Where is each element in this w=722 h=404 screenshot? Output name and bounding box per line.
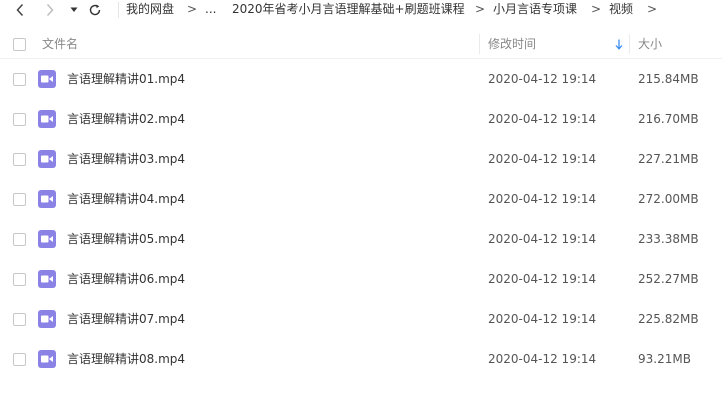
breadcrumb-separator: > [475, 2, 486, 16]
column-header-size[interactable]: 大小 [638, 36, 662, 52]
file-row[interactable]: 言语理解精讲03.mp4 2020-04-12 19:14 227.21MB [0, 139, 722, 179]
file-modified-time: 2020-04-12 19:14 [488, 232, 597, 246]
row-checkbox[interactable] [13, 313, 26, 326]
file-size: 225.82MB [638, 312, 699, 326]
file-size: 93.21MB [638, 352, 691, 366]
file-size: 252.27MB [638, 272, 699, 286]
file-modified-time: 2020-04-12 19:14 [488, 312, 597, 326]
breadcrumb-separator: > [591, 2, 602, 16]
video-file-icon [38, 310, 56, 328]
forward-button[interactable] [40, 0, 60, 20]
file-row[interactable]: 言语理解精讲01.mp4 2020-04-12 19:14 215.84MB [0, 59, 722, 99]
file-row[interactable]: 言语理解精讲07.mp4 2020-04-12 19:14 225.82MB [0, 299, 722, 339]
row-checkbox[interactable] [13, 273, 26, 286]
file-size: 215.84MB [638, 72, 699, 86]
column-divider[interactable] [629, 34, 630, 54]
row-checkbox[interactable] [13, 153, 26, 166]
file-name[interactable]: 言语理解精讲08.mp4 [67, 351, 185, 367]
file-modified-time: 2020-04-12 19:14 [488, 72, 597, 86]
file-name[interactable]: 言语理解精讲01.mp4 [67, 71, 185, 87]
file-name[interactable]: 言语理解精讲06.mp4 [67, 271, 185, 287]
video-file-icon [38, 190, 56, 208]
file-row[interactable]: 言语理解精讲05.mp4 2020-04-12 19:14 233.38MB [0, 219, 722, 259]
file-size: 216.70MB [638, 112, 699, 126]
file-name[interactable]: 言语理解精讲04.mp4 [67, 191, 185, 207]
file-row[interactable]: 言语理解精讲06.mp4 2020-04-12 19:14 252.27MB [0, 259, 722, 299]
video-file-icon [38, 70, 56, 88]
row-checkbox[interactable] [13, 193, 26, 206]
history-dropdown-button[interactable] [68, 0, 80, 20]
arrow-down-icon[interactable] [615, 39, 623, 50]
video-file-icon [38, 230, 56, 248]
breadcrumb-ellipsis[interactable]: ... [205, 2, 216, 16]
chevron-right-icon [46, 3, 54, 17]
file-name[interactable]: 言语理解精讲05.mp4 [67, 231, 185, 247]
file-modified-time: 2020-04-12 19:14 [488, 352, 597, 366]
file-modified-time: 2020-04-12 19:14 [488, 112, 597, 126]
breadcrumb-special-course[interactable]: 小月言语专项课 [493, 2, 577, 16]
refresh-icon [89, 4, 101, 16]
chevron-left-icon [16, 3, 24, 17]
video-file-icon [38, 350, 56, 368]
column-header-modified[interactable]: 修改时间 [488, 36, 536, 52]
file-list-header: 文件名 修改时间 大小 [0, 30, 722, 59]
file-name[interactable]: 言语理解精讲02.mp4 [67, 111, 185, 127]
back-button[interactable] [10, 0, 30, 20]
video-file-icon [38, 110, 56, 128]
row-checkbox[interactable] [13, 73, 26, 86]
row-checkbox[interactable] [13, 113, 26, 126]
file-size: 227.21MB [638, 152, 699, 166]
file-name[interactable]: 言语理解精讲07.mp4 [67, 311, 185, 327]
file-size: 233.38MB [638, 232, 699, 246]
video-file-icon [38, 150, 56, 168]
file-row[interactable]: 言语理解精讲02.mp4 2020-04-12 19:14 216.70MB [0, 99, 722, 139]
breadcrumb-separator: > [647, 2, 658, 16]
row-checkbox[interactable] [13, 353, 26, 366]
column-header-name[interactable]: 文件名 [42, 36, 78, 52]
file-name[interactable]: 言语理解精讲03.mp4 [67, 151, 185, 167]
file-modified-time: 2020-04-12 19:14 [488, 192, 597, 206]
file-modified-time: 2020-04-12 19:14 [488, 152, 597, 166]
file-row[interactable]: 言语理解精讲04.mp4 2020-04-12 19:14 272.00MB [0, 179, 722, 219]
breadcrumb-my-drive[interactable]: 我的网盘 [126, 2, 174, 16]
column-divider[interactable] [479, 34, 480, 54]
toolbar-divider [118, 2, 119, 18]
navigation-toolbar: 我的网盘 > ... 2020年省考小月言语理解基础+刷题班课程 > 小月言语专… [0, 0, 722, 20]
select-all-checkbox[interactable] [13, 38, 26, 51]
row-checkbox[interactable] [13, 233, 26, 246]
video-file-icon [38, 270, 56, 288]
caret-down-icon [70, 7, 78, 12]
file-row[interactable]: 言语理解精讲08.mp4 2020-04-12 19:14 93.21MB [0, 339, 722, 379]
file-size: 272.00MB [638, 192, 699, 206]
refresh-button[interactable] [86, 0, 104, 20]
breadcrumb-course[interactable]: 2020年省考小月言语理解基础+刷题班课程 [232, 2, 465, 16]
breadcrumb-videos[interactable]: 视频 [609, 2, 633, 16]
file-modified-time: 2020-04-12 19:14 [488, 272, 597, 286]
breadcrumb-separator: > [187, 2, 198, 16]
